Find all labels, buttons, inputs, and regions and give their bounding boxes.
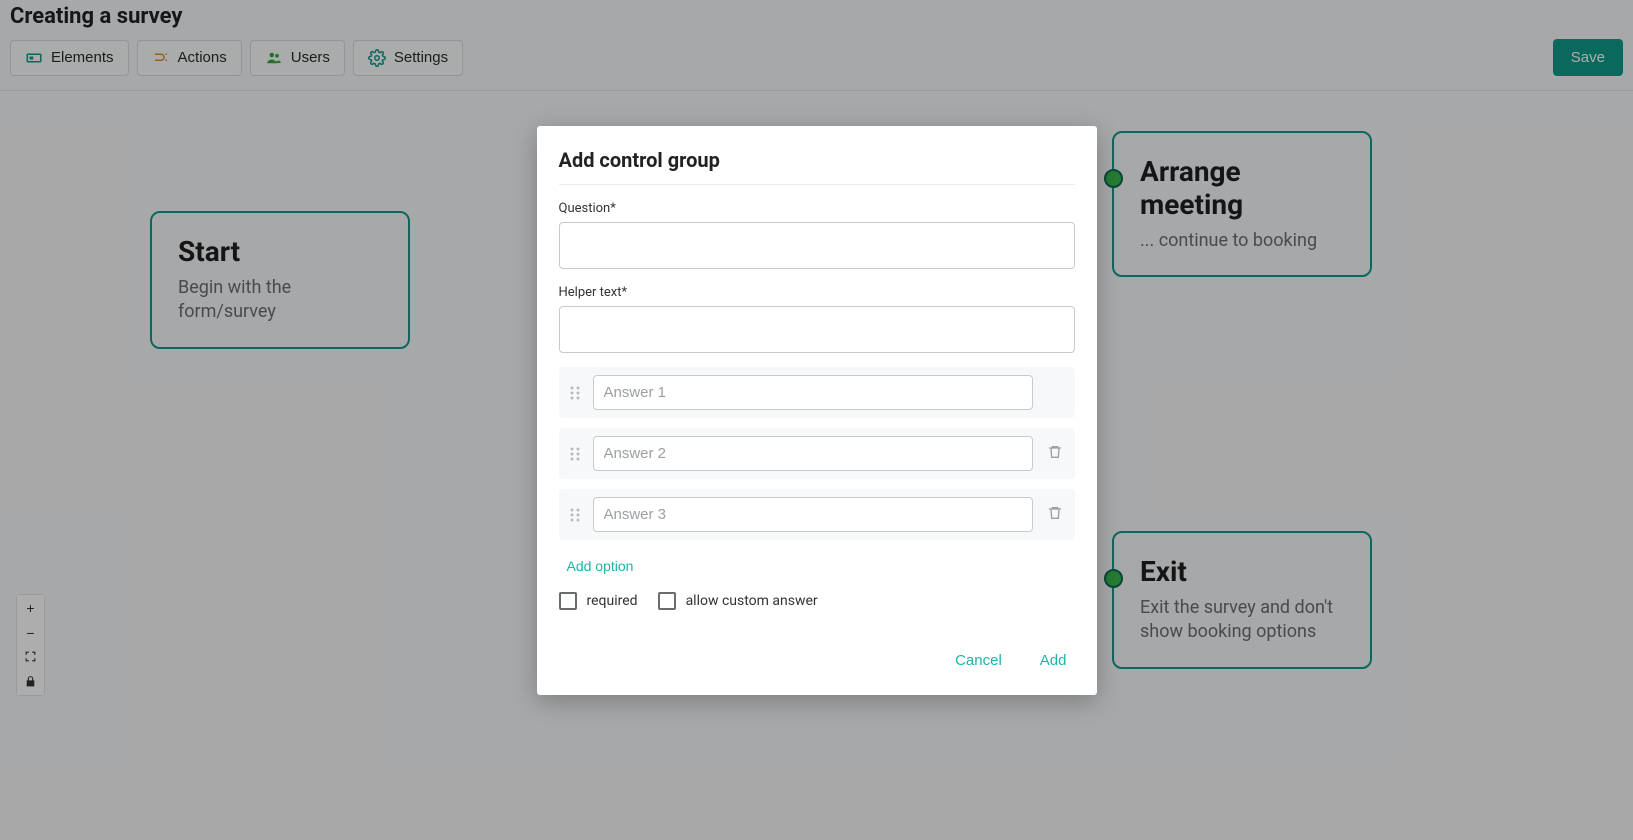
checkbox-icon xyxy=(658,592,676,610)
delete-answer-button[interactable] xyxy=(1041,440,1069,468)
trash-icon xyxy=(1047,444,1063,463)
answer-row xyxy=(559,489,1075,540)
checkbox-row: required allow custom answer xyxy=(559,592,1075,610)
add-button[interactable]: Add xyxy=(1032,646,1075,675)
add-option-button[interactable]: Add option xyxy=(559,554,642,578)
answer-input[interactable] xyxy=(593,375,1033,410)
allow-custom-checkbox[interactable]: allow custom answer xyxy=(658,592,818,610)
checkbox-icon xyxy=(559,592,577,610)
delete-answer-button[interactable] xyxy=(1041,501,1069,529)
answers-list xyxy=(559,367,1075,540)
add-control-group-modal: Add control group Question* Helper text* xyxy=(537,126,1097,695)
trash-spacer xyxy=(1041,379,1069,407)
answer-input[interactable] xyxy=(593,436,1033,471)
helper-text-label: Helper text* xyxy=(559,285,1075,300)
trash-icon xyxy=(1047,505,1063,524)
modal-title: Add control group xyxy=(559,148,1075,185)
required-checkbox[interactable]: required xyxy=(559,592,638,610)
helper-text-input[interactable] xyxy=(559,306,1075,353)
question-input[interactable] xyxy=(559,222,1075,269)
drag-handle-icon[interactable] xyxy=(565,383,585,403)
answer-row xyxy=(559,367,1075,418)
modal-overlay[interactable]: Add control group Question* Helper text* xyxy=(0,0,1633,840)
modal-actions: Cancel Add xyxy=(559,646,1075,675)
question-label: Question* xyxy=(559,201,1075,216)
required-label: required xyxy=(587,593,638,609)
allow-custom-label: allow custom answer xyxy=(686,593,818,609)
drag-handle-icon[interactable] xyxy=(565,444,585,464)
drag-handle-icon[interactable] xyxy=(565,505,585,525)
answer-input[interactable] xyxy=(593,497,1033,532)
answer-row xyxy=(559,428,1075,479)
cancel-button[interactable]: Cancel xyxy=(947,646,1010,675)
